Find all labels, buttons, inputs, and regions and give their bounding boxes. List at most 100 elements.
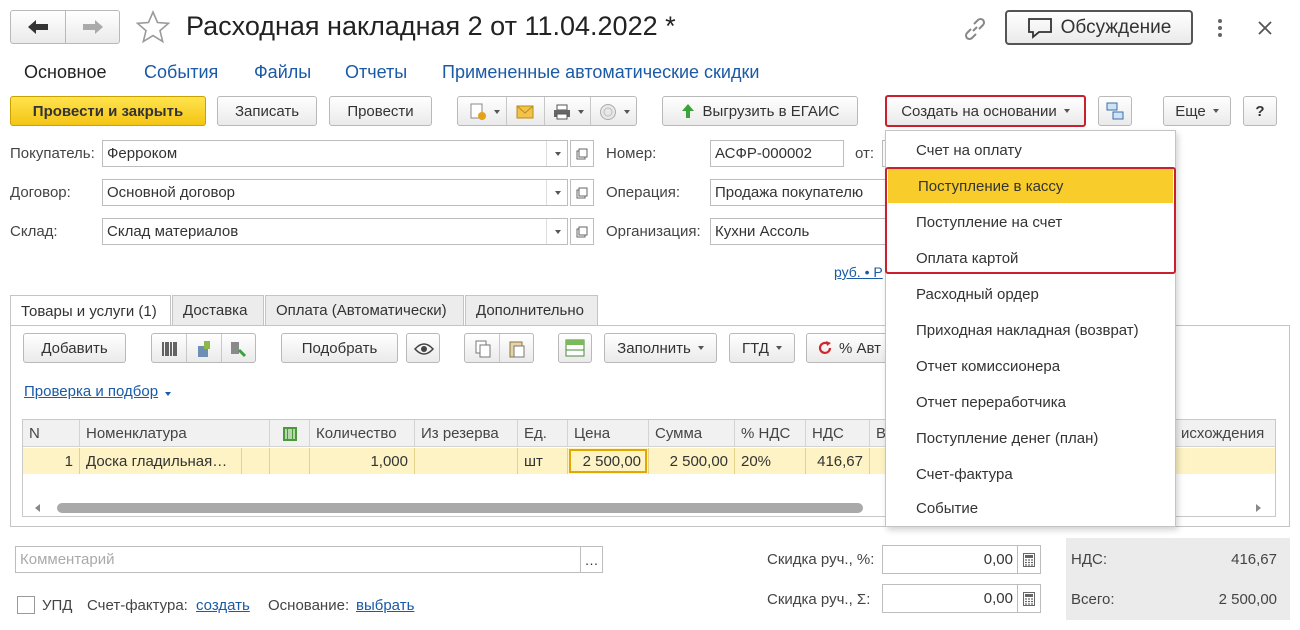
upd-checkbox[interactable] <box>17 596 35 614</box>
close-icon[interactable] <box>1252 14 1278 42</box>
row-price-cell[interactable]: 2 500,00 <box>569 449 647 473</box>
copy-icon[interactable] <box>469 338 497 360</box>
col-mark[interactable] <box>270 420 310 447</box>
barcode-icon[interactable] <box>156 338 184 360</box>
tab-delivery[interactable]: Доставка <box>172 295 264 325</box>
grand-total-value: 2 500,00 <box>1218 591 1277 608</box>
org-field[interactable]: Кухни Ассоль <box>710 218 890 245</box>
barcode-toolbar-group <box>151 333 256 363</box>
operation-field[interactable]: Продажа покупателю <box>710 179 890 206</box>
menu-item-return-invoice[interactable]: Приходная накладная (возврат) <box>886 313 1174 347</box>
col-vat[interactable]: НДС <box>806 420 870 447</box>
paste-icon[interactable] <box>503 338 531 360</box>
auto-discount-button[interactable]: % Авт <box>806 333 896 363</box>
discount-pct-calc-icon[interactable] <box>1017 545 1041 574</box>
from-label: от: <box>855 145 875 162</box>
structure-button[interactable] <box>1098 96 1132 126</box>
auto-discount-label: % Авт <box>839 339 882 357</box>
col-item[interactable]: Номенклатура <box>80 420 270 447</box>
scanner-icon[interactable] <box>190 338 218 360</box>
tab-goods[interactable]: Товары и услуги (1) <box>10 295 171 326</box>
help-button[interactable]: ? <box>1243 96 1277 126</box>
gtd-button[interactable]: ГТД <box>729 333 795 363</box>
more-vertical-icon[interactable] <box>1210 14 1230 42</box>
contract-field[interactable]: Основной договор <box>102 179 568 206</box>
col-origin[interactable]: исхождения <box>1175 420 1275 447</box>
contract-label: Договор: <box>10 184 71 201</box>
col-sum[interactable]: Сумма <box>649 420 735 447</box>
col-vat-rate[interactable]: % НДС <box>735 420 806 447</box>
discussion-button[interactable]: Обсуждение <box>1005 10 1193 45</box>
menu-item-planned-receipt[interactable]: Поступление денег (план) <box>886 421 1174 455</box>
row-price[interactable]: 2 500,00 <box>568 448 649 474</box>
menu-item-expense-order[interactable]: Расходный ордер <box>886 277 1174 311</box>
tab-additional[interactable]: Дополнительно <box>465 295 598 325</box>
number-field[interactable]: АСФР-000002 <box>710 140 844 167</box>
printer-icon[interactable] <box>548 102 588 122</box>
comment-expand-button[interactable]: … <box>580 546 603 573</box>
invoice-create-link[interactable]: создать <box>196 597 250 614</box>
menu-item-processor-report[interactable]: Отчет переработчика <box>886 385 1174 419</box>
signature-icon[interactable] <box>594 102 634 122</box>
create-based-button[interactable]: Создать на основании <box>885 95 1086 127</box>
menu-item-tax-invoice[interactable]: Счет-фактура <box>886 457 1174 491</box>
more-button[interactable]: Еще <box>1163 96 1231 126</box>
save-button[interactable]: Записать <box>217 96 317 126</box>
star-icon[interactable] <box>134 9 172 45</box>
warehouse-open-icon[interactable] <box>570 218 594 245</box>
vat-total-value: 416,67 <box>1231 551 1277 568</box>
scroll-thumb[interactable] <box>57 503 863 513</box>
warehouse-field[interactable]: Склад материалов <box>102 218 568 245</box>
warehouse-dropdown-icon[interactable] <box>546 219 568 244</box>
row-mark <box>270 448 310 474</box>
post-button[interactable]: Провести <box>329 96 432 126</box>
tab-events[interactable]: События <box>144 62 218 83</box>
contract-open-icon[interactable] <box>570 179 594 206</box>
view-button[interactable] <box>406 333 440 363</box>
menu-item-invoice[interactable]: Счет на оплату <box>886 133 1174 167</box>
buyer-open-icon[interactable] <box>570 140 594 167</box>
terminal-icon[interactable] <box>224 338 252 360</box>
tab-main[interactable]: Основное <box>24 62 106 83</box>
col-n[interactable]: N <box>23 420 80 447</box>
discount-pct-field[interactable]: 0,00 <box>882 545 1018 574</box>
discount-sum-field[interactable]: 0,00 <box>882 584 1018 613</box>
col-unit[interactable]: Ед. <box>518 420 568 447</box>
scroll-right-icon[interactable] <box>1253 503 1263 513</box>
menu-item-event[interactable]: Событие <box>886 491 1174 525</box>
menu-item-commissioner-report[interactable]: Отчет комиссионера <box>886 349 1174 383</box>
comment-input[interactable]: Комментарий <box>15 546 581 573</box>
structure-icon <box>1106 102 1124 120</box>
tab-files[interactable]: Файлы <box>254 62 311 83</box>
discount-sum-label: Скидка руч., Σ: <box>767 591 871 608</box>
contract-dropdown-icon[interactable] <box>546 180 568 205</box>
pick-button[interactable]: Подобрать <box>281 333 398 363</box>
col-reserve[interactable]: Из резерва <box>415 420 518 447</box>
row-unit: шт <box>518 448 568 474</box>
post-close-button[interactable]: Провести и закрыть <box>10 96 206 126</box>
currency-link[interactable]: руб. • Р <box>834 264 883 280</box>
col-price[interactable]: Цена <box>568 420 649 447</box>
add-button[interactable]: Добавить <box>23 333 126 363</box>
table-settings-button[interactable] <box>558 333 592 363</box>
forward-button[interactable] <box>65 10 120 44</box>
buyer-field[interactable]: Ферроком <box>102 140 568 167</box>
check-link[interactable]: Проверка и подбор <box>24 383 172 400</box>
org-label: Организация: <box>606 223 701 240</box>
marking-icon <box>282 426 297 441</box>
tab-reports[interactable]: Отчеты <box>345 62 407 83</box>
envelope-icon[interactable] <box>510 102 540 122</box>
basis-select-link[interactable]: выбрать <box>356 597 414 614</box>
back-button[interactable] <box>10 10 66 44</box>
buyer-dropdown-icon[interactable] <box>546 141 568 166</box>
fill-button[interactable]: Заполнить <box>604 333 717 363</box>
tab-payment[interactable]: Оплата (Автоматически) <box>265 295 464 325</box>
scroll-left-icon[interactable] <box>33 503 43 513</box>
link-icon[interactable] <box>958 12 992 46</box>
row-n: 1 <box>23 448 80 474</box>
discount-sum-calc-icon[interactable] <box>1017 584 1041 613</box>
document-create-icon[interactable] <box>464 102 504 122</box>
upload-egais-button[interactable]: Выгрузить в ЕГАИС <box>662 96 858 126</box>
tab-discounts[interactable]: Примененные автоматические скидки <box>442 62 759 83</box>
col-qty[interactable]: Количество <box>310 420 415 447</box>
